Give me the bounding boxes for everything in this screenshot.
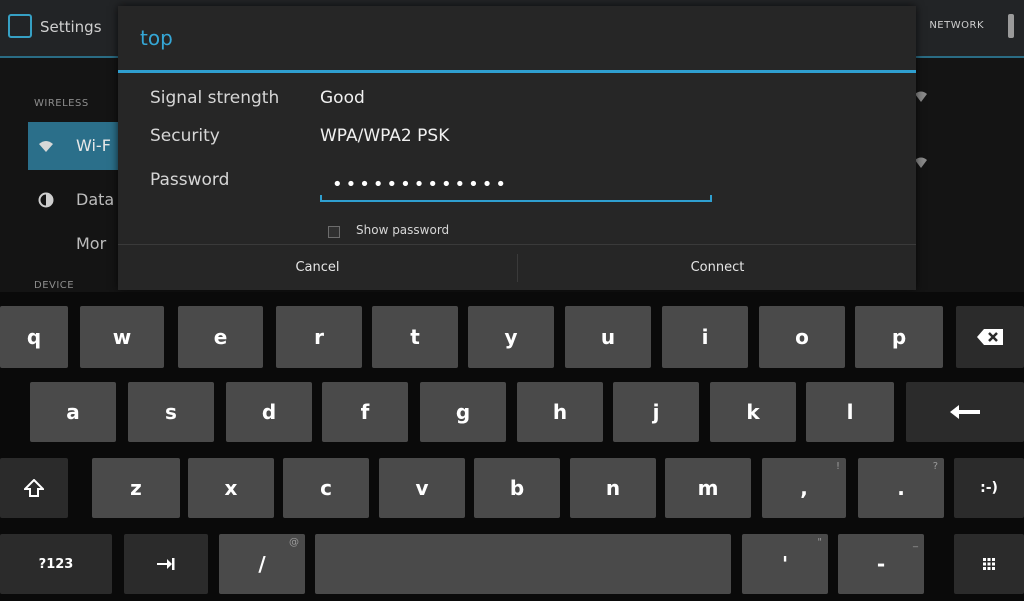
signal-strength-value: Good (320, 88, 365, 108)
device-header: DEVICE (34, 280, 75, 291)
key-x[interactable]: x (188, 458, 274, 518)
password-field[interactable] (318, 168, 714, 200)
shift-key[interactable] (0, 458, 68, 518)
key-r[interactable]: r (276, 306, 362, 368)
key-slash-hint: @ (289, 537, 299, 548)
connect-button[interactable]: Connect (518, 245, 917, 290)
key-d[interactable]: d (226, 382, 312, 442)
password-field-underline (320, 195, 712, 202)
key-z[interactable]: z (92, 458, 180, 518)
signal-icon (915, 91, 927, 102)
key-apostrophe-label: ' (781, 552, 789, 576)
shift-icon (24, 479, 44, 497)
show-password-label[interactable]: Show password (356, 223, 449, 237)
key-u[interactable]: u (565, 306, 651, 368)
tab-key[interactable] (124, 534, 208, 594)
key-m[interactable]: m (665, 458, 751, 518)
key-i[interactable]: i (662, 306, 748, 368)
key-dash[interactable]: - _ (838, 534, 924, 594)
key-w[interactable]: w (80, 306, 164, 368)
settings-key[interactable] (954, 534, 1024, 594)
show-password-checkbox[interactable] (328, 226, 340, 238)
signal-lock-icon (915, 157, 927, 168)
key-b[interactable]: b (474, 458, 560, 518)
sidebar-item-wifi-label: Wi-F (76, 136, 111, 155)
key-n[interactable]: n (570, 458, 656, 518)
security-value: WPA/WPA2 PSK (320, 126, 450, 146)
key-h[interactable]: h (517, 382, 603, 442)
cancel-button[interactable]: Cancel (118, 245, 517, 290)
key-q[interactable]: q (0, 306, 68, 368)
sidebar-item-more[interactable]: Mor (76, 234, 106, 253)
key-dash-label: - (876, 552, 886, 576)
signal-strength-label: Signal strength (150, 88, 280, 108)
key-j[interactable]: j (613, 382, 699, 442)
smiley-key[interactable]: :-) (954, 458, 1024, 518)
backspace-key[interactable] (956, 306, 1024, 368)
security-label: Security (150, 126, 220, 146)
wifi-connect-dialog: top Signal strength Good Security WPA/WP… (118, 6, 916, 290)
key-v[interactable]: v (379, 458, 465, 518)
wireless-header: WIRELESS (34, 98, 89, 109)
key-apostrophe[interactable]: ' " (742, 534, 828, 594)
key-l[interactable]: l (806, 382, 894, 442)
key-o[interactable]: o (759, 306, 845, 368)
key-dash-hint: _ (913, 537, 918, 548)
overflow-menu-icon[interactable] (1008, 14, 1014, 38)
key-comma[interactable]: , ! (762, 458, 846, 518)
password-label: Password (150, 170, 230, 190)
enter-key[interactable] (906, 382, 1024, 442)
wifi-icon (39, 141, 53, 152)
key-comma-label: , (800, 476, 808, 500)
dialog-title: top (140, 26, 173, 50)
key-k[interactable]: k (710, 382, 796, 442)
key-apostrophe-hint: " (817, 537, 822, 548)
settings-app-icon[interactable] (8, 14, 32, 38)
key-y[interactable]: y (468, 306, 554, 368)
backspace-icon (977, 329, 1003, 345)
spacebar[interactable] (315, 534, 731, 594)
key-g[interactable]: g (420, 382, 506, 442)
key-slash[interactable]: / @ (219, 534, 305, 594)
add-network-label[interactable]: NETWORK (929, 20, 984, 31)
keyboard-settings-icon (983, 558, 995, 570)
key-e[interactable]: e (178, 306, 263, 368)
tab-icon (157, 558, 175, 570)
enter-icon (950, 405, 980, 419)
data-usage-icon (38, 192, 54, 208)
key-period-label: . (897, 476, 905, 500)
key-period-hint: ? (932, 461, 938, 472)
symbols-key[interactable]: ?123 (0, 534, 112, 594)
key-p[interactable]: p (855, 306, 943, 368)
app-title: Settings (40, 18, 102, 36)
key-slash-label: / (258, 552, 266, 576)
soft-keyboard: q w e r t y u i o p a s d f g h j k l z … (0, 292, 1024, 601)
sidebar-item-data[interactable]: Data (76, 190, 114, 209)
key-c[interactable]: c (283, 458, 369, 518)
key-f[interactable]: f (322, 382, 408, 442)
key-period[interactable]: . ? (858, 458, 944, 518)
key-t[interactable]: t (372, 306, 458, 368)
dialog-title-divider (118, 70, 916, 73)
key-s[interactable]: s (128, 382, 214, 442)
key-a[interactable]: a (30, 382, 116, 442)
key-comma-hint: ! (835, 461, 840, 472)
